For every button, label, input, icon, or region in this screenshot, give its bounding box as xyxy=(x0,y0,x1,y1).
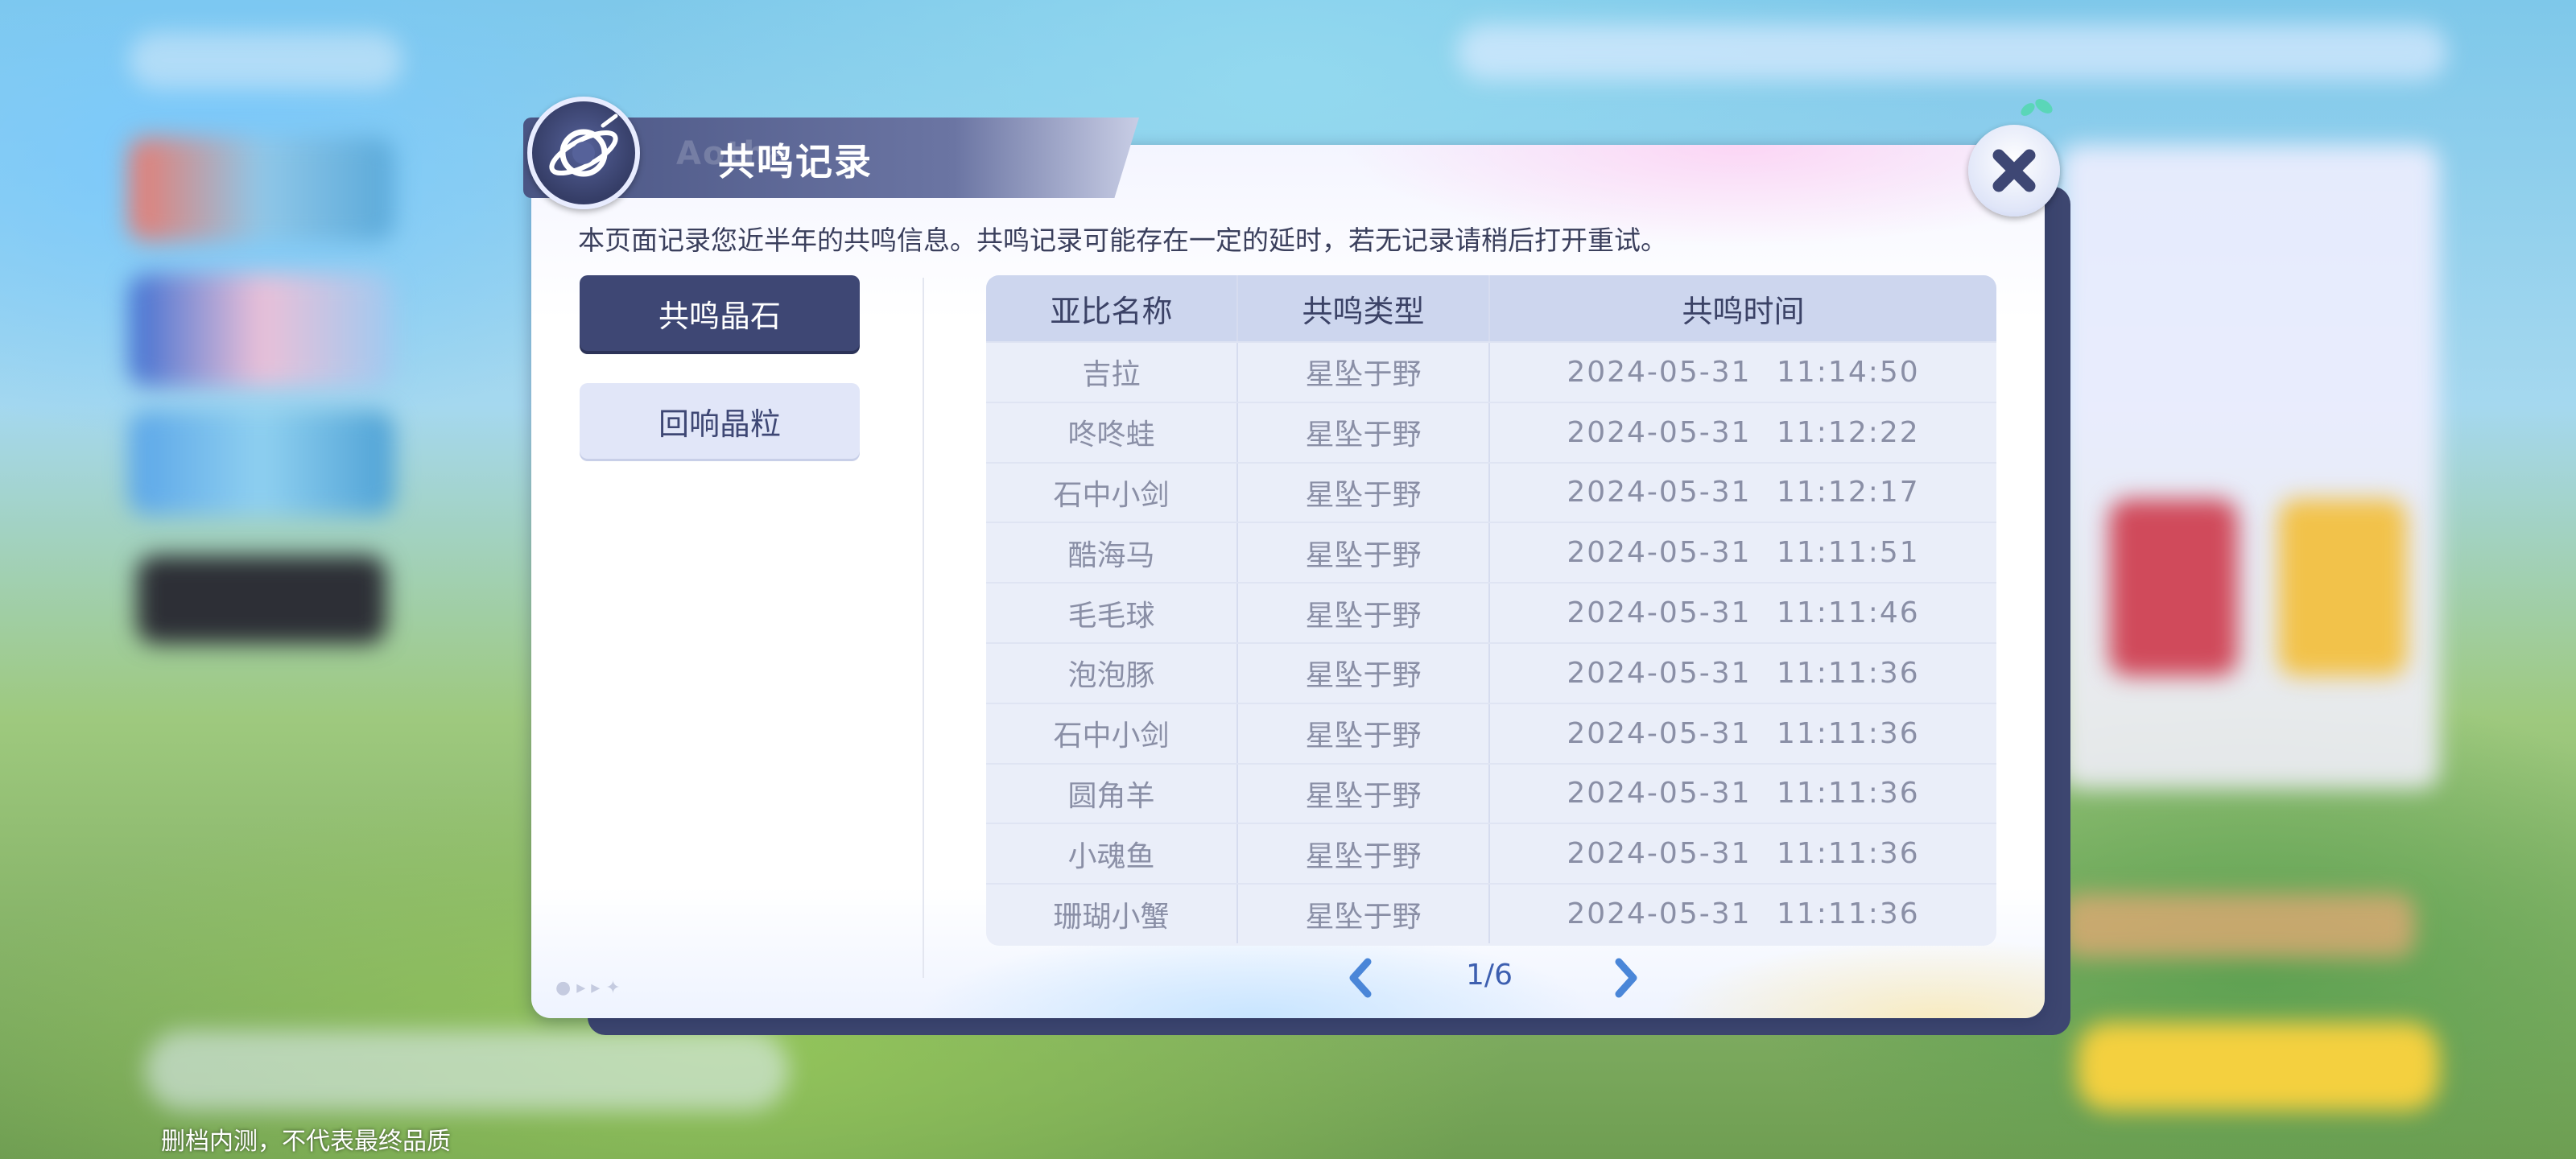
close-icon xyxy=(1992,149,2036,192)
column-header-name: 亚比名称 xyxy=(1050,293,1173,329)
background-sidebar-banner xyxy=(129,274,394,386)
cell-time: 2024-05-31 11:12:17 xyxy=(1488,463,1996,522)
background-right-panel xyxy=(2061,145,2439,789)
cell-name: 毛毛球 xyxy=(1067,599,1155,633)
tab-resonance-crystal[interactable]: 共鸣晶石 xyxy=(580,275,860,351)
record-table: 亚比名称 共鸣类型 共鸣时间 吉拉 星坠于野 2024-05-31 11:14:… xyxy=(986,275,1996,946)
cell-type: 星坠于野 xyxy=(1236,402,1488,462)
cell-name: 小魂鱼 xyxy=(1067,839,1155,873)
cell-name: 圆角羊 xyxy=(1067,779,1155,813)
chevron-left-icon xyxy=(1349,958,1372,998)
cell-name: 石中小剑 xyxy=(1053,478,1170,512)
background-action-button xyxy=(2077,1022,2439,1111)
background-sidebar-banner xyxy=(129,137,394,241)
cell-name: 咚咚蛙 xyxy=(1067,419,1155,452)
cell-type: 星坠于野 xyxy=(1236,824,1488,884)
table-row: 毛毛球 星坠于野 2024-05-31 11:11:46 xyxy=(986,582,1996,642)
cell-name: 吉拉 xyxy=(1082,358,1141,392)
cell-type: 星坠于野 xyxy=(1236,343,1488,402)
cell-time: 2024-05-31 11:11:36 xyxy=(1488,885,1996,943)
test-watermark: 删档内测，不代表最终品质 xyxy=(161,1128,451,1156)
background-top-left-blur xyxy=(129,32,402,89)
table-header: 亚比名称 共鸣类型 共鸣时间 xyxy=(986,275,1996,341)
cell-time: 2024-05-31 11:11:51 xyxy=(1488,523,1996,583)
cell-type: 星坠于野 xyxy=(1236,703,1488,763)
background-bar xyxy=(2061,893,2415,958)
cell-name: 石中小剑 xyxy=(1053,720,1170,753)
cell-type: 星坠于野 xyxy=(1236,463,1488,522)
column-header-time: 共鸣时间 xyxy=(1488,275,1996,341)
page-indicator: 1/6 xyxy=(1466,959,1513,992)
background-card xyxy=(2109,499,2238,676)
cell-type: 星坠于野 xyxy=(1236,764,1488,823)
cell-time: 2024-05-31 11:11:36 xyxy=(1488,824,1996,884)
close-button[interactable] xyxy=(1968,125,2060,217)
cell-time: 2024-05-31 11:11:36 xyxy=(1488,703,1996,763)
chevron-right-icon xyxy=(1615,958,1637,998)
background-card xyxy=(2278,499,2407,676)
column-header-type: 共鸣类型 xyxy=(1236,275,1488,341)
dialog-title: 共鸣记录 xyxy=(718,140,873,184)
vertical-divider xyxy=(923,278,924,978)
table-row: 石中小剑 星坠于野 2024-05-31 11:12:17 xyxy=(986,461,1996,522)
cell-time: 2024-05-31 11:11:36 xyxy=(1488,764,1996,823)
background-sidebar-banner xyxy=(137,555,386,644)
table-row: 酷海马 星坠于野 2024-05-31 11:11:51 xyxy=(986,522,1996,583)
table-row: 石中小剑 星坠于野 2024-05-31 11:11:36 xyxy=(986,702,1996,763)
background-bottom-menu xyxy=(145,1030,789,1111)
next-page-button[interactable] xyxy=(1606,954,1646,1002)
table-row: 珊瑚小蟹 星坠于野 2024-05-31 11:11:36 xyxy=(986,883,1996,943)
cell-type: 星坠于野 xyxy=(1236,643,1488,703)
decorative-dots: ● ▸ ▸ ✦ xyxy=(555,978,621,998)
table-row: 咚咚蛙 星坠于野 2024-05-31 11:12:22 xyxy=(986,401,1996,462)
cell-time: 2024-05-31 11:11:36 xyxy=(1488,643,1996,703)
background-sidebar-banner xyxy=(129,410,394,515)
tab-echo-grain[interactable]: 回响晶粒 xyxy=(580,383,860,459)
cell-time: 2024-05-31 11:14:50 xyxy=(1488,343,1996,402)
table-row: 泡泡豚 星坠于野 2024-05-31 11:11:36 xyxy=(986,641,1996,703)
cell-name: 泡泡豚 xyxy=(1067,659,1155,693)
cell-type: 星坠于野 xyxy=(1236,885,1488,943)
prev-page-button[interactable] xyxy=(1340,954,1381,1002)
table-row: 吉拉 星坠于野 2024-05-31 11:14:50 xyxy=(986,341,1996,402)
table-row: 圆角羊 星坠于野 2024-05-31 11:11:36 xyxy=(986,762,1996,823)
background-top-currency-bar xyxy=(1457,24,2447,80)
notice-text: 本页面记录您近半年的共鸣信息。共鸣记录可能存在一定的延时，若无记录请稍后打开重试… xyxy=(578,225,1667,256)
cell-time: 2024-05-31 11:12:22 xyxy=(1488,402,1996,462)
table-row: 小魂鱼 星坠于野 2024-05-31 11:11:36 xyxy=(986,823,1996,884)
cell-type: 星坠于野 xyxy=(1236,523,1488,583)
cell-time: 2024-05-31 11:11:46 xyxy=(1488,584,1996,642)
planet-emblem-icon xyxy=(527,97,640,209)
cell-name: 酷海马 xyxy=(1067,538,1155,572)
cell-name: 珊瑚小蟹 xyxy=(1053,900,1170,934)
cell-type: 星坠于野 xyxy=(1236,584,1488,642)
